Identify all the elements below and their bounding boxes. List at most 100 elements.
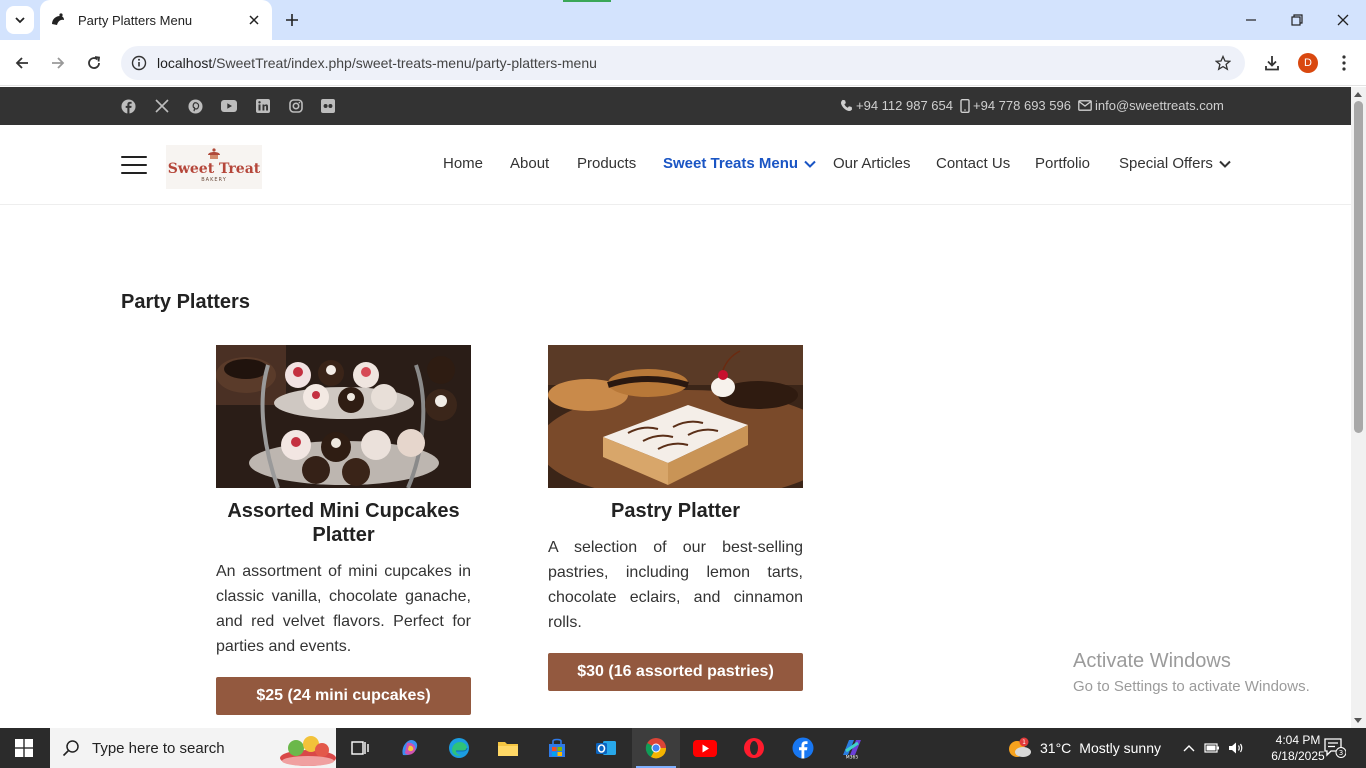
nav-sweet-treats-menu[interactable]: Sweet Treats Menu [663, 155, 816, 172]
watermark-subtitle: Go to Settings to activate Windows. [1073, 678, 1310, 695]
close-window-button[interactable] [1320, 0, 1366, 40]
nav-our-articles[interactable]: Our Articles [833, 155, 911, 172]
x-icon[interactable] [153, 97, 171, 115]
product-name: Assorted Mini Cupcakes Platter [227, 500, 460, 546]
task-view-icon [351, 741, 369, 755]
hamburger-menu-icon[interactable] [121, 156, 147, 174]
reload-icon [88, 56, 101, 69]
chevron-down-icon [15, 17, 25, 24]
profile-avatar[interactable]: D [1298, 53, 1318, 73]
chrome-app[interactable] [632, 728, 680, 768]
browser-tab-active[interactable]: Party Platters Menu [40, 0, 272, 40]
facebook-app-icon [792, 737, 814, 759]
chevron-down-icon [1219, 160, 1231, 168]
new-tab-button[interactable] [280, 8, 304, 32]
nav-products[interactable]: Products [577, 155, 636, 172]
opera-app[interactable] [730, 728, 778, 768]
search-placeholder: Type here to search [92, 739, 225, 757]
url-text[interactable]: localhost/SweetTreat/index.php/sweet-tre… [157, 55, 1207, 71]
youtube-app[interactable] [681, 728, 729, 768]
browser-toolbar: localhost/SweetTreat/index.php/sweet-tre… [0, 40, 1366, 86]
contact-phone[interactable]: +94 112 987 654 [840, 98, 953, 113]
cupcakes-platter-image[interactable] [216, 345, 471, 488]
instagram-icon[interactable] [287, 97, 305, 115]
product-card: Assorted Mini Cupcakes Platter An assort… [216, 345, 471, 715]
mobile-phone-icon [960, 98, 970, 113]
restore-button[interactable] [1274, 0, 1320, 40]
nav-home[interactable]: Home [443, 155, 483, 172]
outlook-app[interactable] [582, 728, 630, 768]
logo-text: Sweet Treat [168, 161, 261, 177]
microsoft-store-app[interactable] [533, 728, 581, 768]
section-title: Party Platters [121, 291, 250, 313]
outlook-icon [596, 741, 616, 755]
battery-icon[interactable] [1204, 740, 1220, 756]
site-favicon-icon [50, 12, 66, 28]
nav-contact-us[interactable]: Contact Us [936, 155, 1010, 172]
pastry-platter-image[interactable] [548, 345, 803, 488]
m365-app[interactable]: M365 [828, 728, 876, 768]
chevron-down-icon [804, 160, 816, 168]
minimize-button[interactable] [1228, 0, 1274, 40]
browser-menu-button[interactable] [1330, 49, 1358, 77]
folder-icon [498, 742, 518, 756]
tray-overflow-chevron-up-icon[interactable] [1181, 740, 1197, 756]
top-contact-bar: +94 112 987 654 +94 778 693 596 info@swe… [0, 87, 1351, 125]
site-info-icon[interactable] [123, 47, 155, 79]
notification-center-button[interactable]: 3 [1324, 738, 1347, 758]
scroll-down-arrow-icon[interactable] [1354, 718, 1362, 723]
nav-portfolio[interactable]: Portfolio [1035, 155, 1090, 172]
page-scrollbar[interactable] [1351, 87, 1366, 728]
tab-title: Party Platters Menu [78, 12, 193, 28]
svg-text:M365: M365 [846, 755, 859, 760]
youtube-icon[interactable] [220, 97, 238, 115]
task-view-button[interactable] [336, 728, 384, 768]
tab-search-button[interactable] [6, 6, 34, 34]
store-icon [549, 738, 565, 757]
scroll-up-arrow-icon[interactable] [1354, 92, 1362, 97]
weather-alert-badge: 1 [1022, 739, 1026, 746]
arrow-right-icon [52, 57, 65, 69]
facebook-icon[interactable] [119, 97, 137, 115]
product-card: Pastry Platter A selection of our best-s… [548, 345, 803, 691]
plus-icon [286, 14, 298, 26]
flickr-icon[interactable] [319, 97, 337, 115]
volume-icon[interactable] [1228, 740, 1244, 756]
weather-widget[interactable]: 1 31°C Mostly sunny [1008, 728, 1161, 768]
chrome-icon [645, 738, 667, 759]
price-button[interactable]: $25 (24 mini cupcakes) [216, 677, 471, 715]
downloads-button[interactable] [1258, 49, 1286, 77]
product-description: A selection of our best-selling pastries… [548, 539, 803, 631]
logo-subtext: BAKERY [201, 177, 227, 183]
scrollbar-thumb[interactable] [1354, 101, 1363, 433]
reload-button[interactable] [80, 49, 108, 77]
price-button[interactable]: $30 (16 assorted pastries) [548, 653, 803, 691]
windows-taskbar: Type here to search M365 1 31°C Mostly s… [0, 728, 1366, 768]
weather-condition: Mostly sunny [1079, 740, 1161, 756]
edge-app[interactable] [435, 728, 483, 768]
page-viewport: +94 112 987 654 +94 778 693 596 info@swe… [0, 87, 1351, 728]
system-clock[interactable]: 4:04 PM 6/18/2025 [1268, 732, 1328, 764]
m365-icon: M365 [843, 740, 861, 760]
bookmark-star-icon[interactable] [1207, 47, 1239, 79]
contact-mobile[interactable]: +94 778 693 596 [960, 98, 1071, 113]
facebook-app[interactable] [779, 728, 827, 768]
edge-icon [449, 738, 469, 758]
nav-about[interactable]: About [510, 155, 549, 172]
file-explorer-app[interactable] [484, 728, 532, 768]
site-logo[interactable]: Sweet Treat BAKERY [166, 145, 262, 189]
pinterest-icon[interactable] [186, 97, 204, 115]
address-bar[interactable]: localhost/SweetTreat/index.php/sweet-tre… [121, 46, 1245, 80]
forward-button[interactable] [44, 49, 72, 77]
mobile-number: +94 778 693 596 [973, 98, 1071, 113]
copilot-app[interactable] [386, 728, 434, 768]
contact-email[interactable]: info@sweettreats.com [1078, 98, 1224, 113]
start-button[interactable] [0, 728, 48, 768]
taskbar-search-box[interactable]: Type here to search [50, 728, 336, 768]
windows-logo-icon [15, 739, 33, 757]
tab-close-icon[interactable] [246, 12, 262, 28]
linkedin-icon[interactable] [254, 97, 272, 115]
nav-special-offers[interactable]: Special Offers [1119, 155, 1231, 172]
back-button[interactable] [8, 49, 36, 77]
clock-date: 6/18/2025 [1271, 749, 1325, 763]
